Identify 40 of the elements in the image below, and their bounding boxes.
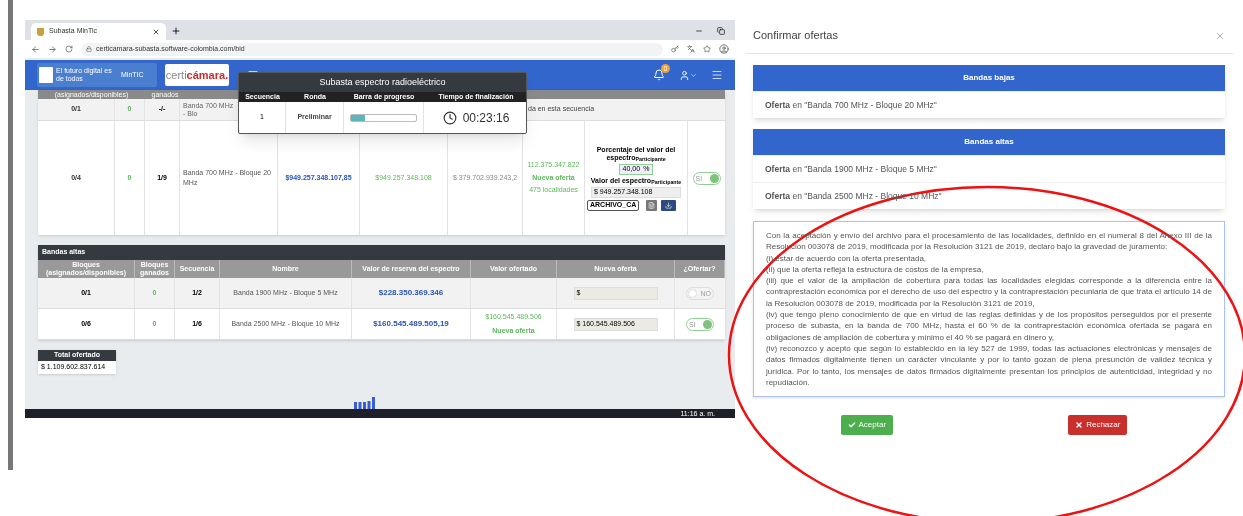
table-cell: $160.545.489.505,19: [373, 318, 449, 330]
star-icon[interactable]: [703, 45, 711, 53]
table-cell: $228.350.369.346: [378, 287, 444, 299]
menu-icon[interactable]: [711, 69, 723, 81]
section-title: Bandas bajas: [963, 72, 1015, 84]
offer-item: Oferta en "Banda 1900 MHz - Bloque 5 MHz": [765, 162, 937, 176]
forward-icon[interactable]: [48, 44, 57, 54]
file-icon-button[interactable]: [646, 199, 658, 211]
download-icon: [665, 201, 673, 209]
x-icon: [1075, 421, 1084, 430]
reload-icon[interactable]: [65, 45, 73, 53]
reject-button[interactable]: Rechazar: [1068, 415, 1128, 436]
declaration-text: (ii) que la oferta refleja la estructura de costos de la empresa,: [766, 263, 985, 276]
brand-logo: certicámara.: [165, 64, 229, 86]
declaration-text: (iv) que tengo pleno conocimiento de que en virtud de las reglas definidas y de los propósitos perseguidos por el presente proceso de subasta, en la banda de 700 MHz, hasta el 60 % de la contraprestación económica ofertada se pagará en obligaciones de ampliación de cobertura y mínimo el 40 % se pagará en dinero y,: [766, 309, 1212, 343]
caret-icon[interactable]: [690, 71, 697, 79]
shield-icon: [37, 27, 44, 36]
section-title: Bandas altas: [964, 136, 1014, 148]
offer-item: Oferta en "Banda 700 MHz - Bloque 20 MHz": [765, 98, 937, 112]
popup-title: Subasta espectro radioeléctrico: [319, 75, 446, 89]
file-icon: [648, 201, 656, 209]
lock-icon: [86, 46, 92, 52]
user-icon[interactable]: [679, 69, 690, 81]
back-icon[interactable]: [31, 44, 40, 54]
minimize-icon[interactable]: [695, 27, 703, 35]
download-button[interactable]: [661, 199, 677, 211]
clock-icon: [442, 110, 457, 125]
key-icon[interactable]: [671, 45, 679, 53]
declaration-text: (iii) que el valor de la ampliación de cobertura para todas las localidades elegidas corresponde a la diferencia entre la contraprestación económica por el derecho de uso del espectro y la contraprestación pecuniaria de que trata el artículo 14 de la Resolución 003078 de 2019, modificada por la Resolución 3121 de 2019,: [766, 275, 1212, 310]
bar-chart-icon: [354, 397, 376, 409]
notification-icon[interactable]: [653, 69, 665, 81]
account-icon[interactable]: [719, 44, 729, 54]
declaration-text: (iv) reconozco y acepto que según lo establecido en la ley 527 de 1999, todas las actuaciones electrónicas y mensajes de datos firmados digitalmente tienen un carácter vinculante y por lo tanto gozan de plena presunción de validez técnica y jurídica. Por lo tanto, los mensajes de datos firmados digitalmente presentan los principios de autenticidad, integridad y no repudiación.: [766, 342, 1212, 389]
countdown-timer: 00:23:16: [462, 109, 510, 127]
restore-icon[interactable]: [717, 27, 725, 35]
check-icon: [847, 421, 856, 430]
new-tab-icon[interactable]: [171, 26, 181, 36]
translate-icon[interactable]: [687, 45, 695, 53]
close-icon[interactable]: [152, 27, 160, 36]
modal-title: Confirmar ofertas: [753, 28, 838, 44]
